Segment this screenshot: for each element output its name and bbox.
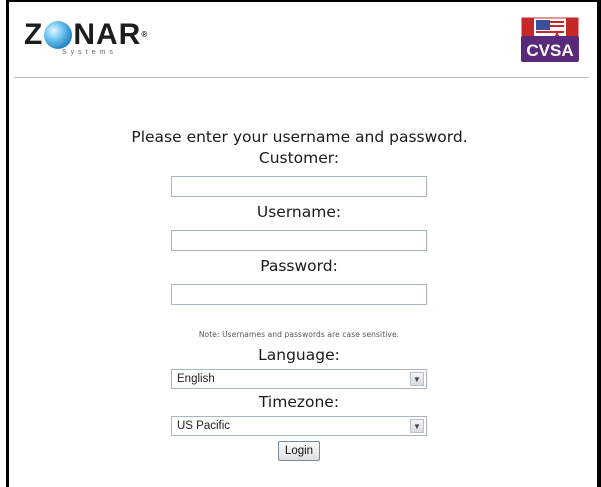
login-button[interactable]: Login (277, 441, 321, 461)
language-selected-value: English (177, 373, 215, 385)
customer-input[interactable] (171, 176, 427, 197)
username-input[interactable] (171, 230, 427, 251)
timezone-select[interactable]: US Pacific ▼ (171, 416, 427, 436)
timezone-label: Timezone: (258, 393, 340, 411)
zonar-logo: Z NAR ® Systems (24, 18, 149, 57)
language-label: Language: (258, 346, 340, 364)
timezone-selected-value: US Pacific (177, 420, 231, 432)
login-page: Z NAR ® Systems CVSA Please enter your u… (6, 0, 601, 487)
password-label: Password: (260, 257, 338, 275)
login-prompt: Please enter your username and password. (131, 128, 468, 146)
svg-text:CVSA: CVSA (526, 41, 573, 60)
header: Z NAR ® Systems CVSA (9, 2, 597, 78)
globe-icon (44, 21, 73, 49)
case-sensitivity-note: Note: Usernames and passwords are case s… (198, 330, 400, 339)
chevron-down-icon[interactable]: ▼ (410, 372, 424, 386)
password-input[interactable] (171, 284, 427, 305)
username-label: Username: (256, 203, 342, 221)
customer-label: Customer: (258, 149, 340, 167)
chevron-down-icon[interactable]: ▼ (410, 419, 424, 433)
header-divider (14, 77, 589, 78)
login-form: Please enter your username and password.… (9, 128, 597, 461)
language-select[interactable]: English ▼ (171, 369, 427, 389)
cvsa-logo: CVSA (521, 17, 579, 62)
